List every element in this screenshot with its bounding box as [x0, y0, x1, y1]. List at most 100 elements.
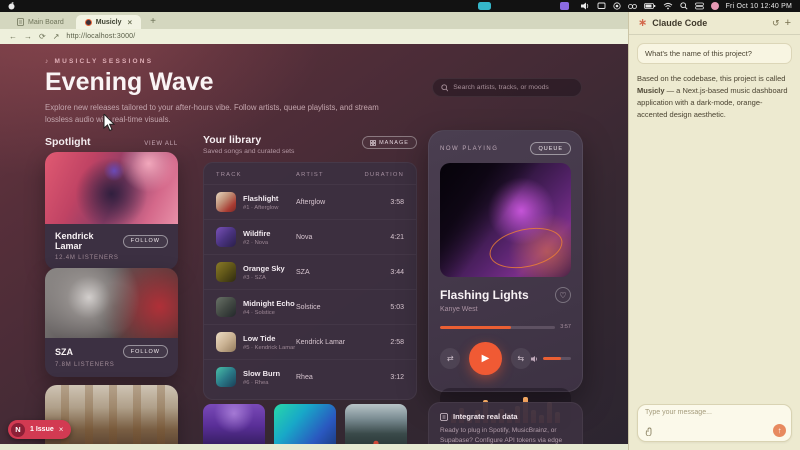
col-artist: ARTIST: [296, 172, 360, 178]
claude-header: ∗ Claude Code ↺ +: [629, 12, 800, 35]
control-center-icon[interactable]: [695, 2, 704, 10]
browser-tab-bar: Main Board Musicly × +: [0, 12, 628, 29]
table-row[interactable]: Midnight Echo #4 · Solstice Solstice 5:0…: [204, 289, 416, 324]
playlist-tile[interactable]: [345, 404, 407, 444]
tab-main-board[interactable]: Main Board: [8, 15, 73, 29]
favorite-button[interactable]: ♡: [555, 287, 571, 303]
integrate-body: Ready to plug in Spotify, MusicBrainz, o…: [440, 426, 571, 444]
tab-label: Main Board: [28, 19, 64, 26]
table-row[interactable]: Flashlight #1 · Afterglow Afterglow 3:58: [204, 184, 416, 219]
tab-label: Musicly: [96, 19, 122, 26]
issue-close-icon[interactable]: ×: [59, 425, 64, 434]
issue-count-label: 1 Issue: [30, 426, 54, 433]
search-icon: [441, 84, 448, 92]
track-art: [216, 227, 236, 247]
share-button[interactable]: ↗: [53, 32, 60, 41]
progress-bar[interactable]: [440, 326, 555, 329]
reload-button[interactable]: ⟳: [39, 32, 46, 41]
table-header-row: TRACK ARTIST DURATION: [204, 169, 416, 184]
track-art: [216, 332, 236, 352]
integrate-card: Integrate real data Ready to plug in Spo…: [428, 402, 583, 444]
artist-name: Kendrick Lamar: [55, 231, 123, 251]
battery-icon[interactable]: [644, 2, 656, 10]
artist-card-sza[interactable]: SZA FOLLOW 7.8M LISTENERS: [45, 268, 178, 377]
attach-icon[interactable]: [645, 427, 653, 436]
address-bar[interactable]: http://localhost:3000/: [66, 33, 135, 40]
claude-spark-icon: ∗: [638, 18, 647, 29]
view-all-link[interactable]: VIEW ALL: [144, 141, 178, 147]
search-input[interactable]: [453, 84, 573, 91]
integrate-title: Integrate real data: [453, 412, 518, 421]
queue-button[interactable]: QUEUE: [530, 142, 571, 155]
screen-recording-indicator[interactable]: [478, 2, 491, 10]
artist-card-kendrick[interactable]: Kendrick Lamar FOLLOW 12.4M LISTENERS: [45, 152, 178, 270]
forward-button[interactable]: →: [24, 32, 32, 41]
artist-name: SZA: [55, 347, 73, 357]
user-message: What's the name of this project?: [637, 43, 792, 64]
message-composer[interactable]: ↑: [637, 404, 792, 442]
playlist-thumbnails: [203, 404, 417, 444]
nextjs-issue-badge[interactable]: N 1 Issue ×: [8, 420, 71, 439]
eyebrow-label: MUSICLY SESSIONS: [54, 58, 153, 65]
app-search[interactable]: [432, 78, 582, 97]
playlist-tile[interactable]: [203, 404, 265, 444]
shuffle-button[interactable]: ⇄: [440, 348, 460, 369]
track-art: [216, 367, 236, 387]
new-tab-button[interactable]: +: [150, 16, 156, 29]
record-icon[interactable]: [613, 2, 621, 10]
message-input[interactable]: [645, 409, 785, 427]
follow-button[interactable]: FOLLOW: [123, 345, 168, 358]
page-title: Evening Wave: [45, 68, 214, 97]
menu-bar-status-items: Fri Oct 10 12:40 PM: [581, 2, 792, 10]
back-button[interactable]: ←: [9, 32, 17, 41]
menu-extra-icon[interactable]: [560, 2, 569, 10]
repeat-button[interactable]: ⇆: [511, 348, 531, 369]
assistant-message: Based on the codebase, this project is c…: [637, 73, 792, 121]
manage-button[interactable]: MANAGE: [362, 136, 417, 149]
claude-title: Claude Code: [652, 18, 707, 28]
library-table: TRACK ARTIST DURATION Flashlight #1 · Af…: [203, 162, 417, 400]
table-row[interactable]: Orange Sky #3 · SZA SZA 3:44: [204, 254, 416, 289]
col-duration: DURATION: [360, 172, 404, 178]
follow-button[interactable]: FOLLOW: [123, 235, 168, 248]
listener-count: 12.4M LISTENERS: [55, 255, 168, 261]
apple-logo-icon[interactable]: [8, 2, 15, 10]
search-icon[interactable]: [680, 2, 688, 10]
new-chat-icon[interactable]: +: [785, 17, 791, 29]
tab-close-icon[interactable]: ×: [127, 18, 132, 27]
browser-window: Main Board Musicly × + ← → ⟳ ↗ http://lo…: [0, 12, 628, 450]
volume-icon[interactable]: [581, 2, 590, 10]
macos-menu-bar: Fri Oct 10 12:40 PM: [0, 0, 800, 12]
library-heading: Your library: [203, 134, 261, 146]
track-art: [216, 297, 236, 317]
history-icon[interactable]: ↺: [772, 18, 780, 29]
speaker-icon: [531, 355, 539, 363]
musicly-favicon: [85, 19, 92, 26]
artist-photo: [45, 152, 178, 224]
play-button[interactable]: ▶: [469, 342, 501, 375]
user-avatar[interactable]: [711, 2, 719, 10]
track-art: [216, 192, 236, 212]
display-icon[interactable]: [597, 2, 606, 10]
listener-count: 7.8M LISTENERS: [55, 362, 168, 368]
track-artist: Kanye West: [440, 306, 571, 313]
grid-icon: [370, 140, 376, 146]
musicly-logo-icon: ♪: [45, 58, 50, 65]
volume-slider[interactable]: [543, 357, 571, 360]
table-row[interactable]: Wildfire #2 · Nova Nova 4:21: [204, 219, 416, 254]
table-row[interactable]: Slow Burn #6 · Rhea Rhea 3:12: [204, 359, 416, 394]
artist-photo: [45, 268, 178, 338]
claude-conversation: What's the name of this project? Based o…: [629, 35, 800, 404]
table-row[interactable]: Low Tide #5 · Kendrick Lamar Kendrick La…: [204, 324, 416, 359]
menu-bar-clock[interactable]: Fri Oct 10 12:40 PM: [726, 3, 792, 10]
play-icon: ▶: [482, 353, 490, 364]
binoculars-icon[interactable]: [628, 2, 637, 10]
claude-code-panel: ∗ Claude Code ↺ + What's the name of thi…: [628, 12, 800, 450]
col-track: TRACK: [216, 172, 296, 178]
tab-musicly[interactable]: Musicly ×: [76, 15, 141, 29]
nextjs-logo-icon: N: [11, 423, 25, 437]
send-button[interactable]: ↑: [773, 424, 786, 437]
playlist-tile[interactable]: [274, 404, 336, 444]
wifi-icon[interactable]: [663, 2, 673, 10]
send-icon: ↑: [778, 426, 782, 435]
